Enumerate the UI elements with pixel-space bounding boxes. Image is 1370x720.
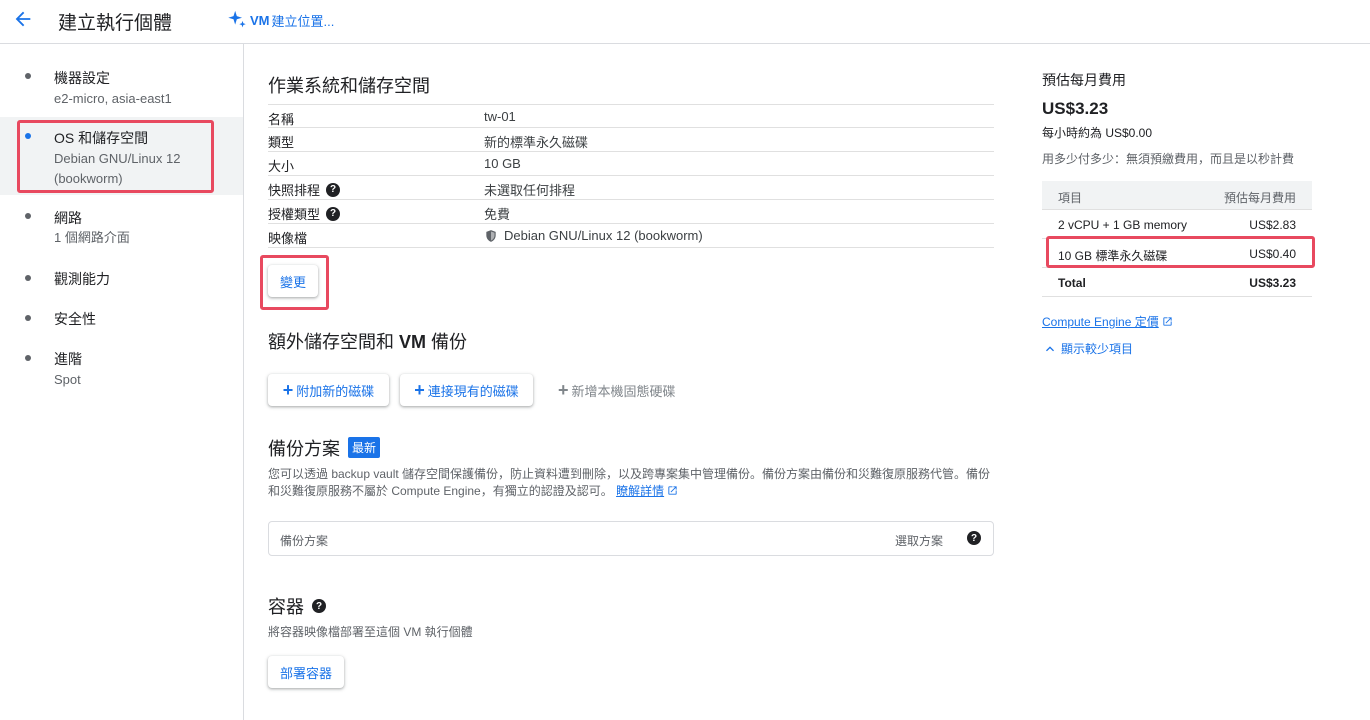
nav-item-os-storage[interactable]: OS 和儲存空間 Debian GNU/Linux 12 (bookworm) bbox=[0, 117, 243, 195]
nav-sub: (bookworm) bbox=[54, 171, 123, 186]
nav-sub: Spot bbox=[54, 372, 81, 387]
billing-note: 用多少付多少：無須預繳費用，而且是以秒計費 bbox=[1042, 152, 1295, 166]
nav-dot bbox=[25, 73, 31, 79]
add-new-disk-button[interactable]: + 附加新的磁碟 bbox=[268, 374, 389, 406]
spec-row-license: 授權類型? 免費 bbox=[268, 200, 994, 224]
hourly-cost: 每小時約為 US$0.00 bbox=[1042, 126, 1153, 140]
vm-link-bold: VM bbox=[250, 12, 270, 28]
spec-value: 免費 bbox=[484, 207, 511, 222]
nav-sub: 1 個網路介面 bbox=[54, 230, 130, 245]
nav-dot bbox=[25, 213, 31, 219]
sparkle-icon bbox=[228, 10, 246, 28]
external-link-icon bbox=[1163, 317, 1172, 326]
spec-row-size: 大小 10 GB bbox=[268, 152, 994, 176]
nav-item-advanced[interactable]: 進階 Spot bbox=[0, 346, 243, 394]
spec-key: 名稱 bbox=[268, 112, 295, 127]
compute-engine-pricing-link[interactable]: Compute Engine 定價 bbox=[1042, 313, 1173, 330]
container-title: 容器 ? bbox=[268, 593, 326, 619]
spec-row-snapshot: 快照排程? 未選取任何排程 bbox=[268, 176, 994, 200]
learn-more-link[interactable]: 瞭解詳情 bbox=[616, 484, 664, 498]
nav-label: 進階 bbox=[54, 351, 82, 367]
nav-dot-active bbox=[25, 133, 31, 139]
nav-item-network[interactable]: 網路 1 個網路介面 bbox=[0, 204, 243, 252]
spec-key: 類型 bbox=[268, 135, 295, 150]
show-less-toggle[interactable]: 顯示較少項目 bbox=[1042, 340, 1133, 357]
section-nav: 機器設定 e2-micro, asia-east1 OS 和儲存空間 Debia… bbox=[0, 44, 244, 720]
os-storage-title: 作業系統和儲存空間 bbox=[268, 76, 430, 96]
vm-link-label: 建立位置... bbox=[271, 13, 335, 29]
back-arrow-icon[interactable] bbox=[12, 8, 34, 30]
backup-plan-placeholder: 備份方案 bbox=[280, 534, 329, 548]
spec-key: 大小 bbox=[268, 159, 295, 174]
backup-description: 您可以透過 backup vault 儲存空間保護備份，防止資料遭到刪除，以及跨… bbox=[268, 467, 991, 498]
table-row: 10 GB 標準永久磁碟 US$0.40 bbox=[1042, 239, 1312, 268]
spec-row-type: 類型 新的標準永久磁碟 bbox=[268, 128, 994, 152]
plus-icon: + bbox=[414, 380, 425, 400]
plus-icon: + bbox=[282, 380, 294, 400]
spec-key: 快照排程? bbox=[268, 180, 341, 199]
spec-value: Debian GNU/Linux 12 (bookworm) bbox=[484, 228, 703, 243]
help-icon[interactable]: ? bbox=[312, 599, 326, 613]
spec-row-name: 名稱 tw-01 bbox=[268, 104, 994, 128]
deploy-container-button[interactable]: 部署容器 bbox=[268, 656, 344, 688]
nav-sub: Debian GNU/Linux 12 bbox=[54, 151, 181, 166]
page-title: 建立執行個體 bbox=[58, 13, 173, 34]
new-badge: 最新 bbox=[348, 437, 381, 458]
change-button[interactable]: 變更 bbox=[268, 265, 318, 297]
nav-item-security[interactable]: 安全性 bbox=[0, 306, 243, 332]
monthly-total: US$3.23 bbox=[1042, 99, 1109, 118]
spec-value: 新的標準永久磁碟 bbox=[484, 135, 589, 150]
spec-value: 未選取任何排程 bbox=[484, 183, 576, 198]
backup-title: 備份方案 bbox=[268, 439, 340, 459]
add-local-ssd-button[interactable]: + 新增本機固態硬碟 bbox=[558, 374, 676, 406]
nav-label: 安全性 bbox=[54, 311, 96, 327]
table-row: 2 vCPU + 1 GB memory US$2.83 bbox=[1042, 210, 1312, 239]
nav-label: 機器設定 bbox=[54, 70, 110, 86]
help-icon[interactable]: ? bbox=[326, 182, 341, 197]
table-row-total: Total US$3.23 bbox=[1042, 268, 1312, 297]
shield-icon bbox=[486, 229, 496, 242]
nav-dot bbox=[25, 275, 31, 281]
choose-plan-link[interactable]: 選取方案 bbox=[895, 532, 943, 549]
chevron-up-icon bbox=[1046, 345, 1054, 351]
help-icon[interactable]: ? bbox=[967, 531, 981, 545]
help-icon[interactable]: ? bbox=[326, 206, 341, 221]
container-description: 將容器映像檔部署至這個 VM 執行個體 bbox=[268, 625, 473, 639]
nav-label: 觀測能力 bbox=[54, 271, 110, 287]
external-link-icon bbox=[668, 486, 678, 495]
top-bar: 建立執行個體 VM 建立位置... bbox=[0, 0, 1370, 44]
spec-key: 映像檔 bbox=[268, 231, 308, 246]
nav-item-observability[interactable]: 觀測能力 bbox=[0, 266, 243, 292]
nav-item-machine[interactable]: 機器設定 e2-micro, asia-east1 bbox=[0, 64, 243, 116]
attach-existing-disk-button[interactable]: + 連接現有的磁碟 bbox=[400, 374, 533, 406]
spec-value: tw-01 bbox=[484, 109, 516, 124]
plus-icon: + bbox=[558, 380, 569, 400]
nav-label: OS 和儲存空間 bbox=[54, 130, 149, 146]
nav-dot bbox=[25, 315, 31, 321]
spec-row-image: 映像檔 Debian GNU/Linux 12 (bookworm) bbox=[268, 224, 994, 248]
nav-label: 網路 bbox=[54, 210, 82, 226]
pricing-title: 預估每月費用 bbox=[1042, 72, 1126, 88]
spec-key: 授權類型? bbox=[268, 204, 341, 223]
nav-sub: e2-micro, asia-east1 bbox=[54, 91, 172, 106]
vm-location-link[interactable]: VM 建立位置... bbox=[226, 8, 334, 32]
nav-dot bbox=[25, 355, 31, 361]
table-header: 項目 預估每月費用 bbox=[1042, 181, 1312, 210]
extra-storage-title: 額外儲存空間和 VM 備份 bbox=[268, 332, 468, 352]
backup-plan-select[interactable]: 備份方案 選取方案 ? bbox=[268, 521, 994, 556]
spec-value: 10 GB bbox=[484, 156, 521, 171]
